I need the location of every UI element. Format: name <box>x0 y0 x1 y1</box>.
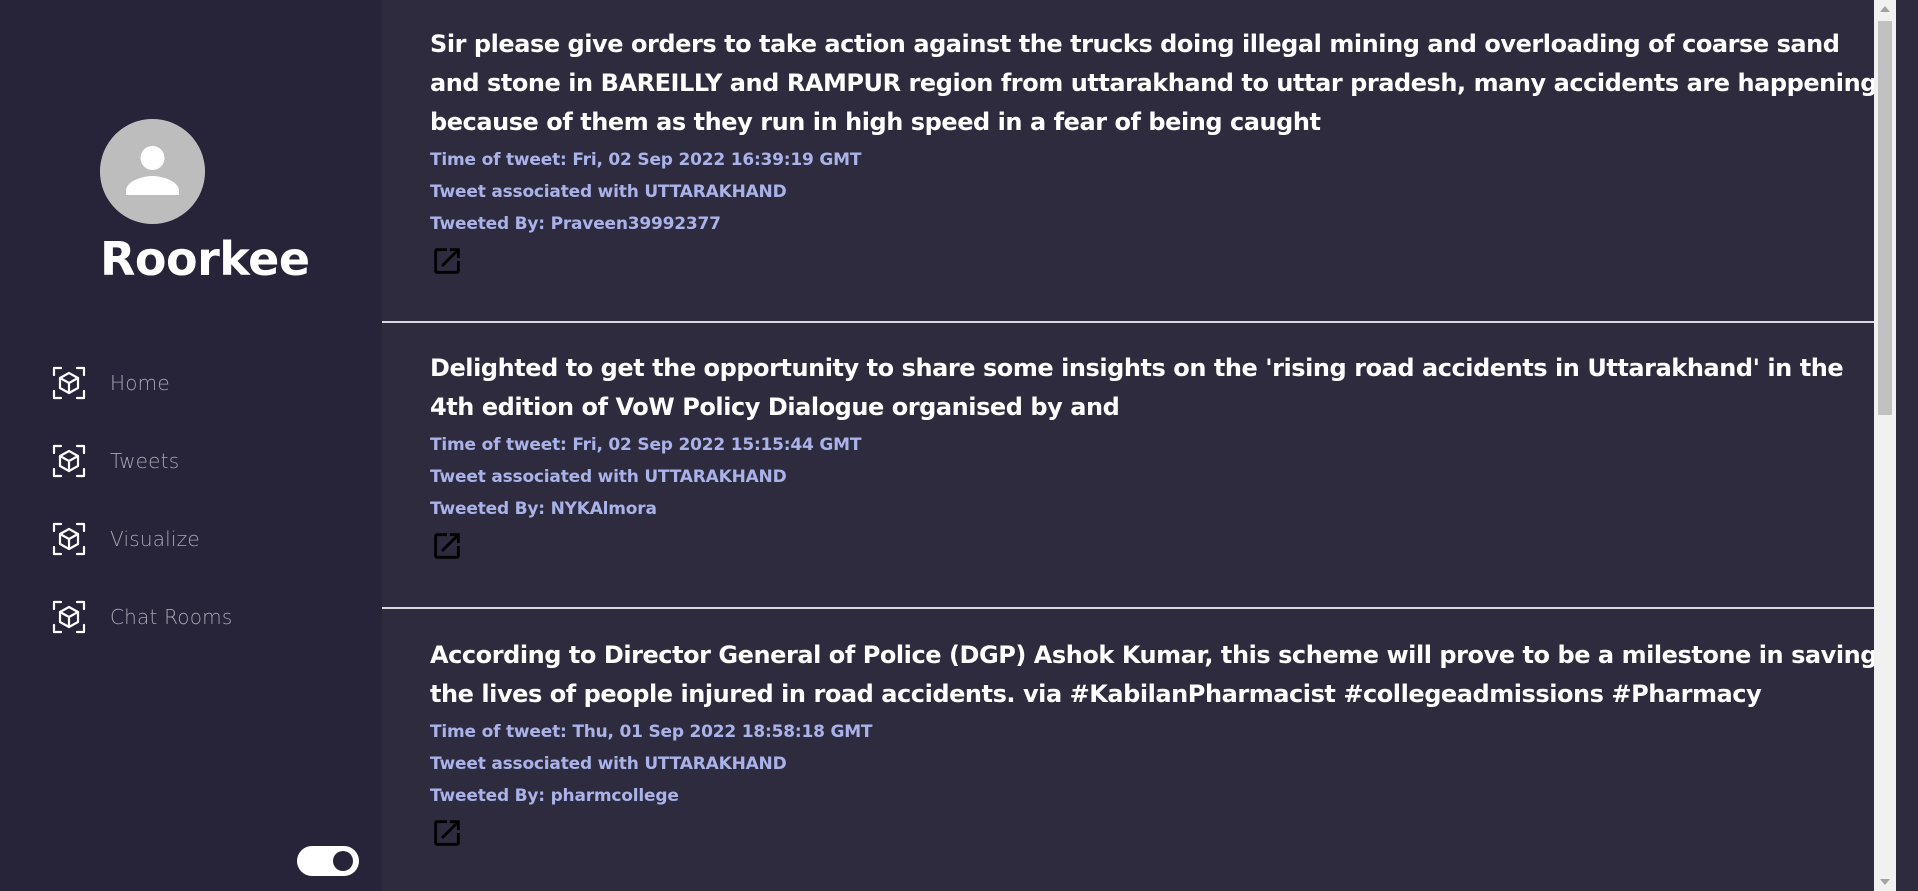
cube-scan-icon <box>52 444 86 478</box>
sidebar-item-tweets[interactable]: Tweets <box>0 422 382 500</box>
tweet-author: Tweeted By: pharmcollege <box>430 786 679 806</box>
cube-scan-icon <box>52 600 86 634</box>
tweet-card: Delighted to get the opportunity to shar… <box>382 323 1896 609</box>
vertical-scrollbar[interactable] <box>1874 0 1896 891</box>
sidebar-item-label: Tweets <box>110 449 180 473</box>
tweet-text: Delighted to get the opportunity to shar… <box>430 354 1844 421</box>
scroll-down-arrow-icon[interactable] <box>1874 873 1896 891</box>
sidebar-item-label: Home <box>110 371 170 395</box>
toggle-knob <box>333 851 353 871</box>
tweet-card: Sir please give orders to take action ag… <box>382 0 1896 323</box>
tweet-feed: Sir please give orders to take action ag… <box>382 0 1896 891</box>
open-in-new-icon[interactable] <box>430 244 464 278</box>
open-in-new-icon[interactable] <box>430 529 464 563</box>
app-root: Roorkee Home Tweets Visualize Chat Rooms… <box>0 0 1918 891</box>
sidebar-item-label: Chat Rooms <box>110 605 233 629</box>
city-name: Roorkee <box>100 232 310 286</box>
tweet-author: Tweeted By: Praveen39992377 <box>430 214 721 234</box>
cube-scan-icon <box>52 366 86 400</box>
tweet-author: Tweeted By: NYKAlmora <box>430 499 657 519</box>
open-in-new-icon[interactable] <box>430 816 464 850</box>
sidebar-item-label: Visualize <box>110 527 200 551</box>
scrollbar-thumb[interactable] <box>1878 21 1892 415</box>
avatar <box>100 119 205 224</box>
cube-scan-icon <box>52 522 86 556</box>
theme-toggle[interactable] <box>297 846 359 876</box>
tweet-time: Time of tweet: Fri, 02 Sep 2022 16:39:19… <box>430 150 862 170</box>
person-icon <box>100 119 205 224</box>
tweet-text: Sir please give orders to take action ag… <box>430 30 1877 136</box>
tweet-text: According to Director General of Police … <box>430 641 1878 708</box>
tweet-association: Tweet associated with UTTARAKHAND <box>430 754 787 774</box>
tweet-association: Tweet associated with UTTARAKHAND <box>430 467 787 487</box>
tweet-card: According to Director General of Police … <box>382 609 1896 891</box>
sidebar-item-chat-rooms[interactable]: Chat Rooms <box>0 578 382 656</box>
sidebar: Roorkee Home Tweets Visualize Chat Rooms <box>0 0 382 891</box>
sidebar-item-visualize[interactable]: Visualize <box>0 500 382 578</box>
tweet-time: Time of tweet: Thu, 01 Sep 2022 18:58:18… <box>430 722 873 742</box>
tweet-time: Time of tweet: Fri, 02 Sep 2022 15:15:44… <box>430 435 862 455</box>
sidebar-nav: Home Tweets Visualize Chat Rooms <box>0 344 382 656</box>
sidebar-item-home[interactable]: Home <box>0 344 382 422</box>
tweet-association: Tweet associated with UTTARAKHAND <box>430 182 787 202</box>
scroll-up-arrow-icon[interactable] <box>1874 0 1896 18</box>
